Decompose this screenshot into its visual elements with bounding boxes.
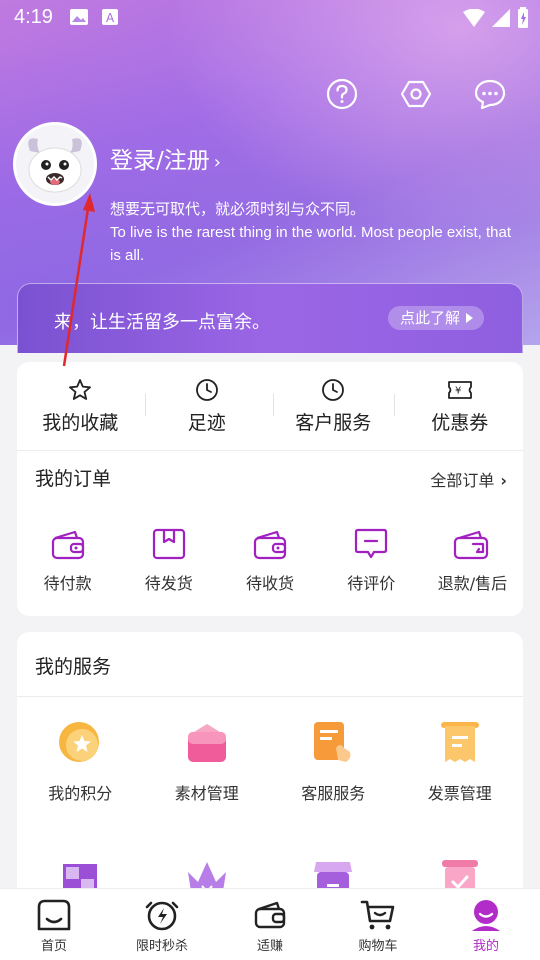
tab-flash-sale[interactable]: 限时秒杀 — [108, 889, 216, 960]
divider — [17, 450, 523, 451]
quick-label: 客户服务 — [295, 412, 372, 434]
profile-icon — [472, 900, 500, 931]
service-label: 素材管理 — [174, 784, 239, 803]
comment-icon — [355, 528, 388, 559]
chevron-right-icon: › — [500, 471, 507, 490]
clock-icon — [195, 379, 218, 401]
settings-icon — [400, 80, 432, 108]
profile-header: 4:19 A 登录/注册 › 想要无可取代，就必须时刻与众不同。 To live… — [0, 0, 540, 353]
svg-text:A: A — [106, 11, 115, 25]
order-label: 待收货 — [246, 574, 295, 593]
flash-clock-icon — [145, 901, 179, 931]
help-button[interactable] — [326, 78, 358, 110]
font-icon: A — [102, 9, 118, 25]
motto: 想要无可取代，就必须时刻与众不同。 To live is the rarest … — [110, 198, 520, 267]
tab-earn[interactable]: 适赚 — [216, 889, 324, 960]
customer-service-button[interactable]: 客户服务 — [270, 362, 397, 450]
cart-icon — [360, 900, 395, 930]
coupon-icon: ¥ — [447, 381, 472, 399]
history-button[interactable]: 足迹 — [144, 362, 271, 450]
tab-home[interactable]: 首页 — [0, 889, 108, 960]
service-label: 我的积分 — [48, 784, 113, 803]
support-service-button[interactable]: 客服服务 — [270, 720, 397, 858]
order-label: 退款/售后 — [437, 574, 508, 593]
tab-label: 购物车 — [358, 939, 398, 954]
tab-cart[interactable]: 购物车 — [324, 889, 432, 960]
motto-en: To live is the rarest thing in the world… — [110, 224, 512, 264]
service-label: 客服服务 — [301, 784, 366, 803]
box-icon — [152, 528, 185, 560]
service-label: 发票管理 — [427, 784, 492, 803]
message-icon — [474, 79, 506, 110]
refund-aftersale-button[interactable]: 退款/售后 — [422, 528, 523, 594]
favorites-button[interactable]: 我的收藏 — [17, 362, 144, 450]
pending-review-button[interactable]: 待评价 — [321, 528, 422, 594]
motto-cn: 想要无可取代，就必须时刻与众不同。 — [110, 201, 366, 218]
settings-button[interactable] — [400, 78, 432, 110]
quick-label: 我的收藏 — [42, 412, 119, 434]
tab-label: 限时秒杀 — [135, 939, 188, 954]
support-icon — [314, 722, 351, 762]
promo-banner[interactable]: 来，让生活留多一点富余。 点此了解 — [17, 283, 523, 353]
tab-label: 我的 — [472, 939, 499, 954]
wallet-icon — [51, 530, 84, 560]
pending-payment-button[interactable]: 待付款 — [17, 528, 118, 594]
clock-icon — [322, 379, 345, 401]
tab-profile[interactable]: 我的 — [432, 889, 540, 960]
tab-label: 适赚 — [256, 939, 283, 954]
shortcut-card: 我的收藏 足迹 客户服务 ¥ 优惠券 我的订单 全部订单 › 待付款 待发货 待… — [17, 362, 523, 616]
all-orders-label: 全部订单 — [430, 471, 495, 490]
order-status-list: 待付款 待发货 待收货 待评价 退款/售后 — [17, 528, 523, 594]
image-icon — [70, 9, 88, 25]
wallet-icon — [253, 530, 287, 560]
tab-label: 首页 — [40, 939, 67, 954]
order-label: 待评价 — [347, 574, 396, 593]
order-label: 待发货 — [144, 574, 193, 593]
points-button[interactable]: 我的积分 — [17, 720, 144, 858]
quick-label: 足迹 — [187, 412, 226, 434]
battery-icon — [518, 7, 528, 28]
divider — [394, 394, 395, 416]
divider — [17, 696, 523, 697]
invoice-icon — [440, 722, 479, 762]
bottom-tab-bar: 首页 限时秒杀 适赚 购物车 我的 — [0, 888, 540, 960]
orders-title: 我的订单 — [35, 468, 112, 490]
login-label: 登录/注册 — [110, 148, 210, 174]
message-button[interactable] — [474, 78, 506, 110]
services-card: 我的服务 我的积分 素材管理 客服服务 发票管理 — [17, 632, 523, 912]
chevron-right-icon: › — [213, 152, 221, 173]
services-title: 我的服务 — [35, 656, 112, 678]
points-icon — [59, 722, 100, 762]
all-orders-link[interactable]: 全部订单 › — [430, 467, 507, 491]
status-time: 4:19 — [14, 6, 53, 28]
avatar[interactable] — [13, 122, 97, 206]
wifi-icon — [463, 9, 485, 27]
invoice-button[interactable]: 发票管理 — [397, 720, 524, 858]
pending-receipt-button[interactable]: 待收货 — [219, 528, 320, 594]
wallet-icon — [254, 901, 286, 929]
star-icon — [69, 379, 92, 400]
order-label: 待付款 — [43, 574, 92, 593]
divider — [145, 394, 146, 416]
quick-actions: 我的收藏 足迹 客户服务 ¥ 优惠券 — [17, 362, 523, 450]
svg-text:¥: ¥ — [455, 386, 461, 397]
learn-more-button[interactable]: 点此了解 — [387, 306, 484, 330]
divider — [273, 394, 274, 416]
pending-shipment-button[interactable]: 待发货 — [118, 528, 219, 594]
quick-label: 优惠券 — [431, 412, 489, 434]
home-icon — [37, 899, 71, 931]
folder-icon — [187, 724, 226, 762]
promo-text: 来，让生活留多一点富余。 — [54, 312, 270, 333]
coupons-button[interactable]: ¥ 优惠券 — [397, 362, 524, 450]
signal-icon — [492, 9, 510, 27]
login-register-link[interactable]: 登录/注册 › — [110, 141, 221, 175]
refund-icon — [454, 530, 489, 560]
goat-mascot-icon — [16, 125, 94, 203]
materials-button[interactable]: 素材管理 — [144, 720, 271, 858]
status-bar: 4:19 A — [0, 0, 540, 36]
header-actions — [326, 78, 506, 110]
help-icon — [326, 78, 358, 110]
